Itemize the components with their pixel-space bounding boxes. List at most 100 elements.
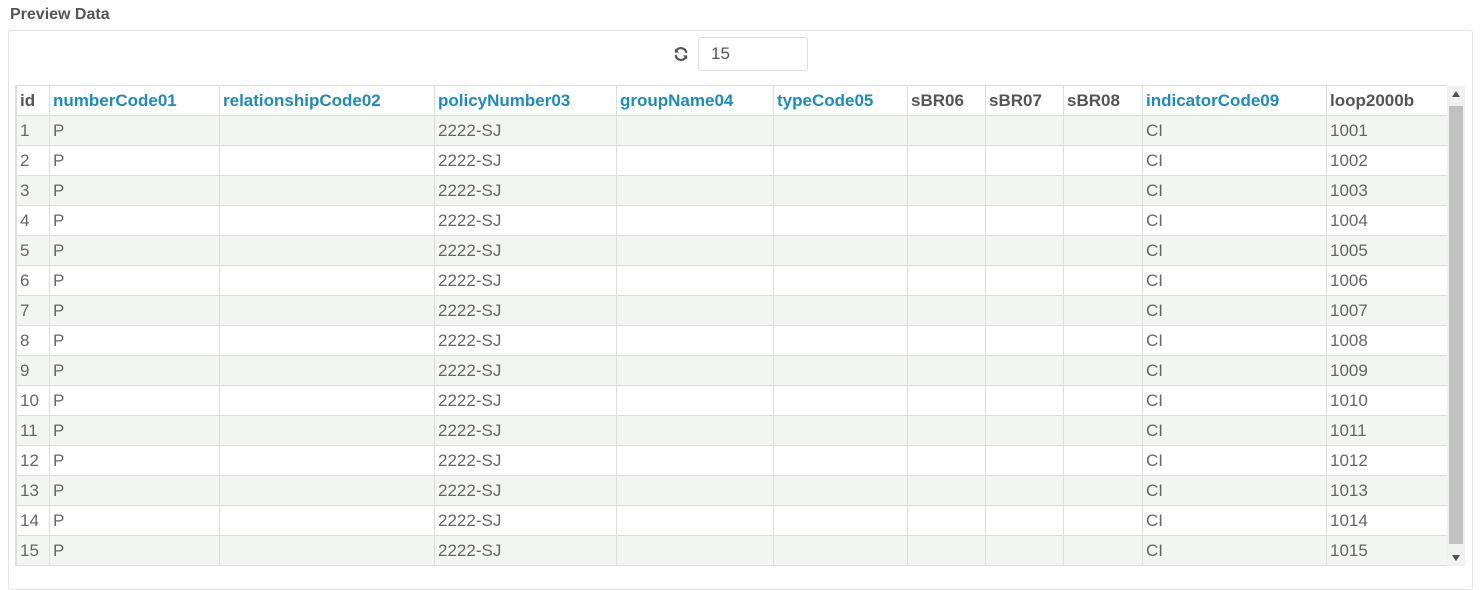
table-cell-policyNumber03: 2222-SJ xyxy=(434,385,617,416)
table-cell-groupName04 xyxy=(616,415,774,446)
column-header-typeCode05[interactable]: typeCode05 xyxy=(773,85,908,116)
table-cell-id: 15 xyxy=(16,535,50,566)
table-cell-loop2000b: 1005 xyxy=(1326,235,1447,266)
table-cell-sBR08 xyxy=(1063,475,1143,506)
column-header-indicatorCode09[interactable]: indicatorCode09 xyxy=(1142,85,1327,116)
row-count-input[interactable] xyxy=(698,37,808,71)
table-cell-sBR06 xyxy=(907,415,986,446)
table-cell-policyNumber03: 2222-SJ xyxy=(434,295,617,326)
table-cell-loop2000b: 1009 xyxy=(1326,355,1447,386)
table-row: 7 P 2222-SJ CI 1007 xyxy=(16,295,1447,326)
table-cell-loop2000b: 1003 xyxy=(1326,175,1447,206)
table-cell-sBR07 xyxy=(985,115,1064,146)
table-row: 10 P 2222-SJ CI 1010 xyxy=(16,385,1447,416)
table-cell-typeCode05 xyxy=(773,415,908,446)
table-cell-sBR06 xyxy=(907,355,986,386)
table-row: 8 P 2222-SJ CI 1008 xyxy=(16,325,1447,356)
table-cell-groupName04 xyxy=(616,175,774,206)
table-cell-sBR06 xyxy=(907,205,986,236)
scroll-down-icon[interactable] xyxy=(1447,550,1465,566)
page-title: Preview Data xyxy=(10,6,110,23)
table-row: 14 P 2222-SJ CI 1014 xyxy=(16,505,1447,536)
table-cell-relationshipCode02 xyxy=(219,445,435,476)
table-cell-sBR08 xyxy=(1063,175,1143,206)
table-cell-policyNumber03: 2222-SJ xyxy=(434,115,617,146)
table-cell-relationshipCode02 xyxy=(219,385,435,416)
table-cell-id: 11 xyxy=(16,415,50,446)
table-cell-policyNumber03: 2222-SJ xyxy=(434,175,617,206)
table-cell-sBR06 xyxy=(907,145,986,176)
table-cell-sBR07 xyxy=(985,445,1064,476)
table-cell-numberCode01: P xyxy=(49,445,220,476)
table-cell-loop2000b: 1013 xyxy=(1326,475,1447,506)
table-cell-sBR07 xyxy=(985,175,1064,206)
scroll-up-icon[interactable] xyxy=(1447,86,1465,102)
table-cell-typeCode05 xyxy=(773,265,908,296)
table-cell-id: 4 xyxy=(16,205,50,236)
table-cell-sBR07 xyxy=(985,385,1064,416)
table-cell-policyNumber03: 2222-SJ xyxy=(434,445,617,476)
table-cell-groupName04 xyxy=(616,445,774,476)
table-cell-numberCode01: P xyxy=(49,505,220,536)
column-header-relationshipCode02[interactable]: relationshipCode02 xyxy=(219,85,435,116)
column-header-groupName04[interactable]: groupName04 xyxy=(616,85,774,116)
table-cell-relationshipCode02 xyxy=(219,325,435,356)
table-cell-relationshipCode02 xyxy=(219,505,435,536)
table-cell-typeCode05 xyxy=(773,355,908,386)
table-cell-sBR08 xyxy=(1063,445,1143,476)
table-cell-groupName04 xyxy=(616,475,774,506)
table-cell-indicatorCode09: CI xyxy=(1142,475,1327,506)
table-cell-sBR08 xyxy=(1063,355,1143,386)
vertical-scrollbar[interactable] xyxy=(1447,86,1465,566)
column-header-policyNumber03[interactable]: policyNumber03 xyxy=(434,85,617,116)
table-cell-sBR06 xyxy=(907,535,986,566)
table-cell-id: 8 xyxy=(16,325,50,356)
refresh-button[interactable] xyxy=(670,44,692,64)
table-cell-relationshipCode02 xyxy=(219,265,435,296)
table-row: 1 P 2222-SJ CI 1001 xyxy=(16,115,1447,146)
table-cell-sBR08 xyxy=(1063,325,1143,356)
scrollbar-thumb[interactable] xyxy=(1449,106,1463,544)
table-cell-numberCode01: P xyxy=(49,535,220,566)
column-header-loop2000b: loop2000b xyxy=(1326,85,1447,116)
column-header-sBR07: sBR07 xyxy=(985,85,1064,116)
table-cell-groupName04 xyxy=(616,325,774,356)
table-row: 12 P 2222-SJ CI 1012 xyxy=(16,445,1447,476)
table-cell-loop2000b: 1008 xyxy=(1326,325,1447,356)
table-cell-typeCode05 xyxy=(773,295,908,326)
table-cell-numberCode01: P xyxy=(49,295,220,326)
table-cell-sBR06 xyxy=(907,475,986,506)
table-cell-typeCode05 xyxy=(773,385,908,416)
table-cell-indicatorCode09: CI xyxy=(1142,295,1327,326)
table-cell-sBR06 xyxy=(907,265,986,296)
table-cell-indicatorCode09: CI xyxy=(1142,205,1327,236)
table-cell-policyNumber03: 2222-SJ xyxy=(434,475,617,506)
table-cell-policyNumber03: 2222-SJ xyxy=(434,205,617,236)
table-cell-typeCode05 xyxy=(773,235,908,266)
table-cell-sBR06 xyxy=(907,325,986,356)
table-cell-sBR06 xyxy=(907,445,986,476)
table-cell-sBR07 xyxy=(985,355,1064,386)
table-cell-sBR07 xyxy=(985,295,1064,326)
table-cell-indicatorCode09: CI xyxy=(1142,415,1327,446)
column-header-sBR08: sBR08 xyxy=(1063,85,1143,116)
table-cell-groupName04 xyxy=(616,145,774,176)
table-cell-indicatorCode09: CI xyxy=(1142,175,1327,206)
table-cell-loop2000b: 1010 xyxy=(1326,385,1447,416)
table-cell-sBR07 xyxy=(985,145,1064,176)
table-cell-typeCode05 xyxy=(773,205,908,236)
table-cell-id: 9 xyxy=(16,355,50,386)
table-cell-typeCode05 xyxy=(773,445,908,476)
table-row: 2 P 2222-SJ CI 1002 xyxy=(16,145,1447,176)
table-cell-sBR06 xyxy=(907,235,986,266)
column-header-numberCode01[interactable]: numberCode01 xyxy=(49,85,220,116)
table-cell-numberCode01: P xyxy=(49,265,220,296)
table-cell-typeCode05 xyxy=(773,145,908,176)
table-cell-indicatorCode09: CI xyxy=(1142,535,1327,566)
table-cell-policyNumber03: 2222-SJ xyxy=(434,535,617,566)
table-cell-typeCode05 xyxy=(773,475,908,506)
table-cell-id: 13 xyxy=(16,475,50,506)
table-cell-sBR08 xyxy=(1063,415,1143,446)
table-cell-sBR08 xyxy=(1063,535,1143,566)
table-cell-relationshipCode02 xyxy=(219,415,435,446)
